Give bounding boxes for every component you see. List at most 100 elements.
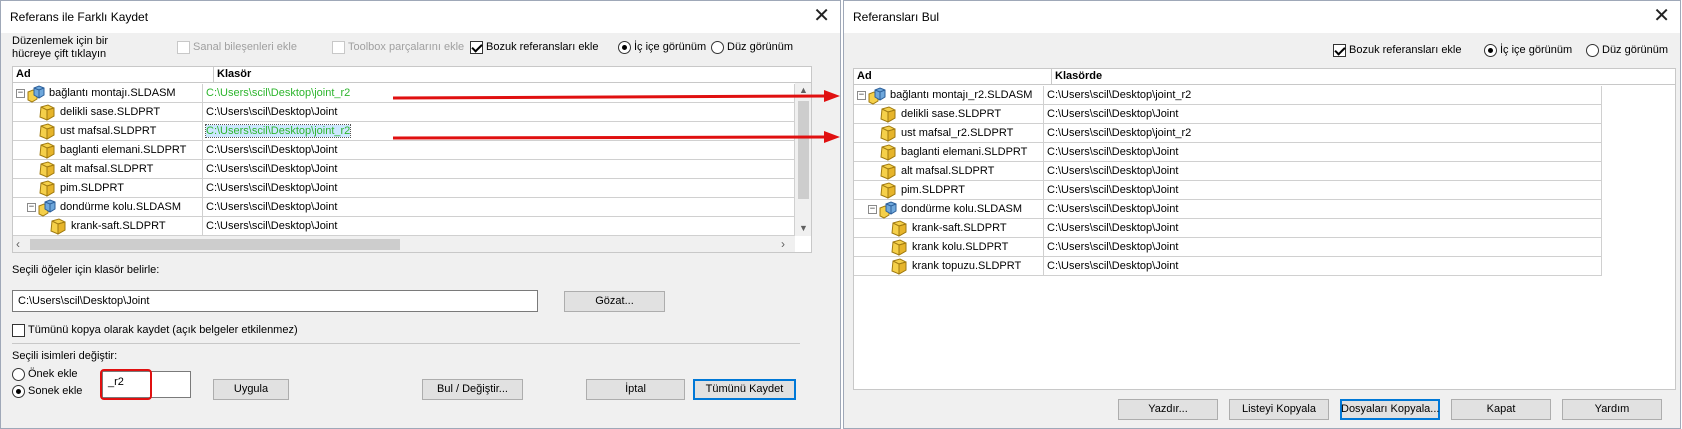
folder-cell[interactable]: C:\Users\scil\Desktop\Joint <box>203 103 795 122</box>
print-button[interactable]: Yazdır... <box>1118 399 1218 420</box>
column-header-folder[interactable]: Klasörde <box>1055 70 1102 82</box>
horizontal-scroll-thumb[interactable] <box>30 239 400 250</box>
table-row[interactable]: pim.SLDPRT C:\Users\scil\Desktop\Joint <box>13 179 795 199</box>
folder-cell[interactable]: C:\Users\scil\Desktop\Joint <box>203 141 795 160</box>
scroll-down-icon[interactable]: ▼ <box>799 223 808 233</box>
close-button[interactable]: Kapat <box>1451 399 1551 420</box>
name-cell[interactable]: krank kolu.SLDPRT <box>854 238 1044 257</box>
collapse-icon[interactable]: − <box>27 203 36 212</box>
vertical-scrollbar[interactable]: ▲ ▼ <box>795 83 811 236</box>
nested-view-radio[interactable] <box>1484 44 1497 57</box>
collapse-icon[interactable]: − <box>857 91 866 100</box>
copy-files-button[interactable]: Dosyaları Kopyala... <box>1340 399 1440 420</box>
table-row[interactable]: krank-saft.SLDPRT C:\Users\scil\Desktop\J… <box>854 219 1602 239</box>
prefix-radio[interactable] <box>12 368 25 381</box>
table-row[interactable]: − dondürme kolu.SLDASM C:\Users\scil\Deskt… <box>13 198 795 218</box>
table-row[interactable]: ust mafsal.SLDPRT C:\Users\scil\Desktop\j… <box>13 122 795 142</box>
name-cell[interactable]: delikli sase.SLDPRT <box>854 105 1044 124</box>
table-row[interactable]: baglanti elemani.SLDPRT C:\Users\scil\Des… <box>13 141 795 161</box>
name-cell[interactable]: − dondürme kolu.SLDASM <box>13 198 203 217</box>
part-icon <box>879 182 897 200</box>
folder-path: C:\Users\scil\Desktop\Joint <box>206 144 338 156</box>
folder-cell[interactable]: C:\Users\scil\Desktop\joint_r2 <box>1044 86 1602 105</box>
table-row[interactable]: − dondürme kolu.SLDASM C:\Users\scil\Deskt… <box>854 200 1602 220</box>
vertical-scroll-thumb[interactable] <box>798 101 809 199</box>
name-cell[interactable]: krank-saft.SLDPRT <box>13 217 203 236</box>
toolbox-parts-checkbox[interactable] <box>332 41 345 54</box>
folder-cell[interactable]: C:\Users\scil\Desktop\Joint <box>1044 238 1602 257</box>
flat-view-radio[interactable] <box>711 41 724 54</box>
folder-cell[interactable]: C:\Users\scil\Desktop\joint_r2 <box>1044 124 1602 143</box>
name-cell[interactable]: pim.SLDPRT <box>13 179 203 198</box>
broken-references-checkbox[interactable] <box>470 41 483 54</box>
folder-cell[interactable]: C:\Users\scil\Desktop\joint_r2 <box>203 122 795 141</box>
folder-cell[interactable]: C:\Users\scil\Desktop\Joint <box>1044 257 1602 276</box>
table-row[interactable]: baglanti elemani.SLDPRT C:\Users\scil\Des… <box>854 143 1602 163</box>
folder-cell[interactable]: C:\Users\scil\Desktop\Joint <box>1044 143 1602 162</box>
copy-list-button[interactable]: Listeyi Kopyala <box>1229 399 1329 420</box>
name-cell[interactable]: alt mafsal.SLDPRT <box>13 160 203 179</box>
close-icon[interactable]: ✕ <box>1653 5 1670 25</box>
cancel-button[interactable]: İptal <box>586 379 685 400</box>
table-row[interactable]: − bağlantı montajı_r2.SLDASM C:\Users\scil… <box>854 86 1602 106</box>
close-icon[interactable]: ✕ <box>813 5 830 25</box>
column-header-name[interactable]: Ad <box>857 70 872 82</box>
table-row[interactable]: ust mafsal_r2.SLDPRT C:\Users\scil\Deskto… <box>854 124 1602 144</box>
folder-cell[interactable]: C:\Users\scil\Desktop\Joint <box>1044 162 1602 181</box>
folder-path: C:\Users\scil\Desktop\joint_r2 <box>204 124 352 138</box>
name-cell[interactable]: krank topuzu.SLDPRT <box>854 257 1044 276</box>
save-all-button[interactable]: Tümünü Kaydet <box>693 379 796 400</box>
flat-view-radio[interactable] <box>1586 44 1599 57</box>
table-row[interactable]: alt mafsal.SLDPRT C:\Users\scil\Desktop\J… <box>13 160 795 180</box>
name-cell[interactable]: baglanti elemani.SLDPRT <box>13 141 203 160</box>
scroll-up-icon[interactable]: ▲ <box>799 85 808 95</box>
table-row[interactable]: krank-saft.SLDPRT C:\Users\scil\Desktop\J… <box>13 217 795 237</box>
nested-view-radio[interactable] <box>618 41 631 54</box>
name-cell[interactable]: − bağlantı montajı_r2.SLDASM <box>854 86 1044 105</box>
folder-cell[interactable]: C:\Users\scil\Desktop\Joint <box>1044 181 1602 200</box>
folder-cell[interactable]: C:\Users\scil\Desktop\Joint <box>1044 200 1602 219</box>
column-header-folder[interactable]: Klasör <box>217 68 251 80</box>
horizontal-scrollbar[interactable]: ‹ › <box>13 236 795 252</box>
scroll-left-icon[interactable]: ‹ <box>16 237 20 251</box>
name-cell[interactable]: ust mafsal_r2.SLDPRT <box>854 124 1044 143</box>
table-row[interactable]: − bağlantı montajı.SLDASM C:\Users\scil\De… <box>13 84 795 104</box>
virtual-components-checkbox[interactable] <box>177 41 190 54</box>
folder-cell[interactable]: C:\Users\scil\Desktop\Joint <box>1044 219 1602 238</box>
folder-cell[interactable]: C:\Users\scil\Desktop\joint_r2 <box>203 84 795 103</box>
table-row[interactable]: pim.SLDPRT C:\Users\scil\Desktop\Joint <box>854 181 1602 201</box>
name-cell[interactable]: alt mafsal.SLDPRT <box>854 162 1044 181</box>
apply-button[interactable]: Uygula <box>213 379 289 400</box>
broken-references-checkbox[interactable] <box>1333 44 1346 57</box>
save-all-as-copy-checkbox[interactable] <box>12 324 25 337</box>
collapse-icon[interactable]: − <box>16 89 25 98</box>
collapse-icon[interactable]: − <box>868 205 877 214</box>
folder-cell[interactable]: C:\Users\scil\Desktop\Joint <box>1044 105 1602 124</box>
folder-cell[interactable]: C:\Users\scil\Desktop\Joint <box>203 217 795 236</box>
name-cell[interactable]: − bağlantı montajı.SLDASM <box>13 84 203 103</box>
folder-cell[interactable]: C:\Users\scil\Desktop\Joint <box>203 160 795 179</box>
folder-cell[interactable]: C:\Users\scil\Desktop\Joint <box>203 198 795 217</box>
find-replace-button[interactable]: Bul / Değiştir... <box>422 379 523 400</box>
table-row[interactable]: krank topuzu.SLDPRT C:\Users\scil\Desktop… <box>854 257 1602 277</box>
toolbox-parts-label: Toolbox parçalarını ekle <box>348 41 465 53</box>
name-cell[interactable]: krank-saft.SLDPRT <box>854 219 1044 238</box>
scroll-right-icon[interactable]: › <box>781 237 785 251</box>
table-row[interactable]: alt mafsal.SLDPRT C:\Users\scil\Desktop\J… <box>854 162 1602 182</box>
file-name: alt mafsal.SLDPRT <box>60 163 154 175</box>
help-button[interactable]: Yardım <box>1562 399 1662 420</box>
table-row[interactable]: delikli sase.SLDPRT C:\Users\scil\Desktop… <box>854 105 1602 125</box>
folder-cell[interactable]: C:\Users\scil\Desktop\Joint <box>203 179 795 198</box>
name-cell[interactable]: baglanti elemani.SLDPRT <box>854 143 1044 162</box>
name-cell[interactable]: − dondürme kolu.SLDASM <box>854 200 1044 219</box>
column-header-name[interactable]: Ad <box>16 68 31 80</box>
name-cell[interactable]: pim.SLDPRT <box>854 181 1044 200</box>
folder-input[interactable]: C:\Users\scil\Desktop\Joint <box>12 290 538 312</box>
suffix-radio[interactable] <box>12 385 25 398</box>
table-row[interactable]: krank kolu.SLDPRT C:\Users\scil\Desktop\J… <box>854 238 1602 258</box>
table-row[interactable]: delikli sase.SLDPRT C:\Users\scil\Desktop… <box>13 103 795 123</box>
column-divider <box>213 67 214 83</box>
name-cell[interactable]: delikli sase.SLDPRT <box>13 103 203 122</box>
name-cell[interactable]: ust mafsal.SLDPRT <box>13 122 203 141</box>
browse-button[interactable]: Gözat... <box>564 291 665 312</box>
